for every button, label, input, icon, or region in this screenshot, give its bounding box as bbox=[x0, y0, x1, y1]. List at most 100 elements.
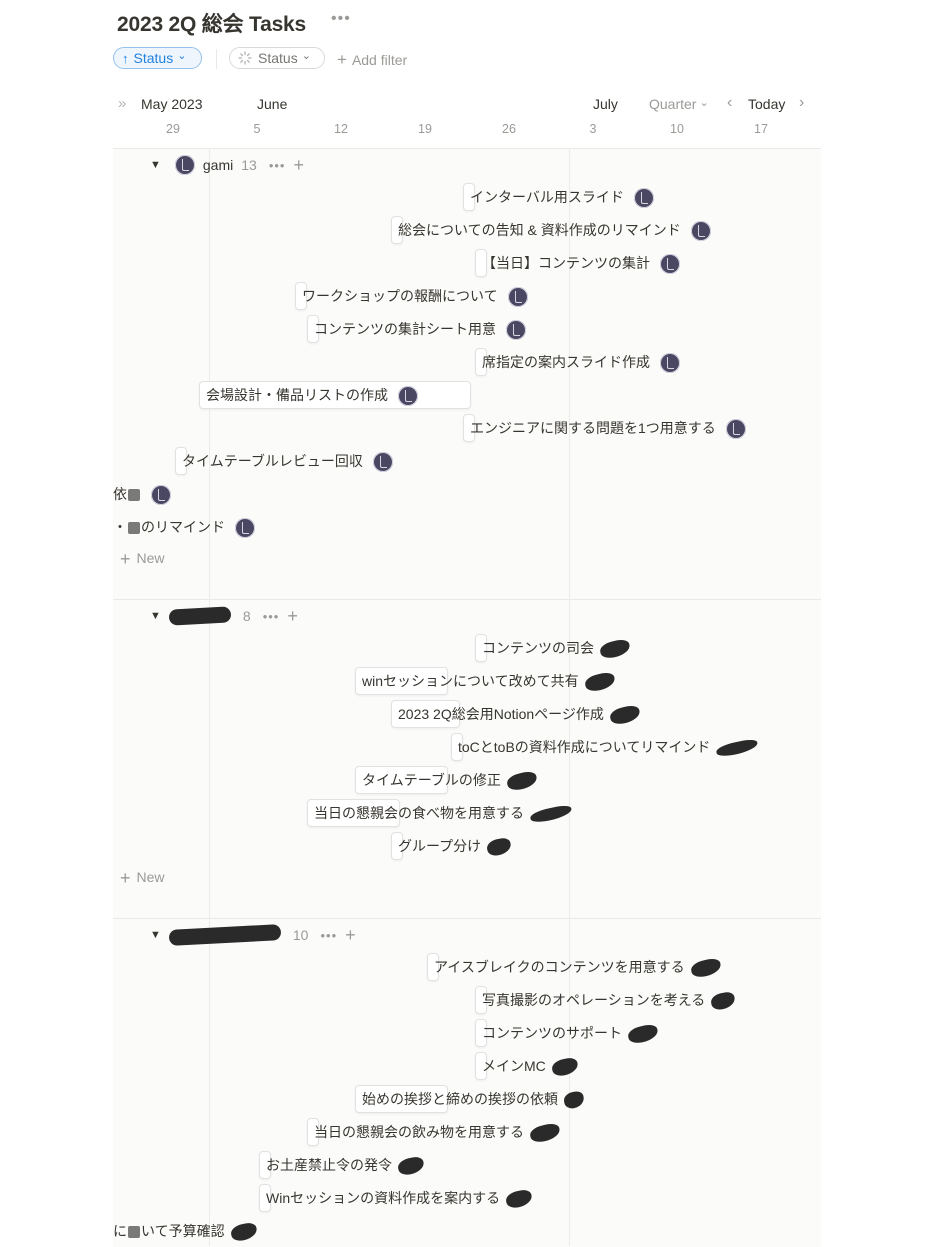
filter-status-chip[interactable]: Status ⌄ bbox=[229, 47, 325, 69]
task-item[interactable]: 依 bbox=[113, 484, 171, 506]
task-item[interactable]: 総会についての告知 & 資料作成のリマインド bbox=[398, 220, 711, 242]
month-label-may: May 2023 bbox=[141, 96, 203, 112]
chevron-down-icon: ⌄ bbox=[301, 49, 311, 62]
group-count: 8 bbox=[242, 608, 251, 624]
plus-icon: + bbox=[120, 549, 131, 569]
day-label: 3 bbox=[589, 122, 597, 136]
group-more-icon[interactable]: ••• bbox=[269, 158, 286, 173]
collapse-triangle-icon[interactable]: ▼ bbox=[150, 159, 161, 171]
task-title: ワークショップの報酬について bbox=[302, 288, 498, 304]
task-title: 2023 2Q総会用Notionページ作成 bbox=[398, 706, 604, 722]
task-item[interactable]: タイムテーブルの修正 bbox=[362, 770, 539, 793]
group-add-icon[interactable]: + bbox=[293, 156, 304, 174]
task-item[interactable]: 始めの挨拶と締めの挨拶の依頼 bbox=[362, 1089, 586, 1111]
group-add-icon[interactable]: + bbox=[345, 926, 356, 944]
task-item[interactable]: ・のリマインド bbox=[113, 517, 255, 539]
add-filter-label: Add filter bbox=[351, 52, 408, 68]
task-item[interactable]: 当日の懇親会の食べ物を用意する bbox=[314, 803, 573, 825]
redacted-avatar bbox=[505, 770, 539, 793]
sort-chip-label: Status bbox=[133, 50, 174, 66]
timeline-zoom-select[interactable]: Quarter ⌄ bbox=[649, 96, 709, 112]
group-header: ▼ 10 ••• + bbox=[150, 924, 356, 946]
avatar bbox=[507, 287, 528, 308]
task-title-suffix: のリマインド bbox=[141, 519, 225, 535]
task-item[interactable]: エンジニアに関する問題を1つ用意する bbox=[470, 418, 746, 440]
ellipsis-icon[interactable]: ••• bbox=[331, 10, 351, 28]
redacted-avatar bbox=[229, 1221, 258, 1243]
task-title: 始めの挨拶と締めの挨拶の依頼 bbox=[362, 1091, 558, 1107]
task-title: 【当日】コンテンツの集計 bbox=[482, 255, 650, 271]
task-item[interactable]: メインMC bbox=[482, 1056, 580, 1078]
redacted-avatar bbox=[504, 1188, 534, 1210]
task-item[interactable]: コンテンツの集計シート用意 bbox=[314, 319, 526, 341]
task-item[interactable]: toCとtoBの資料作成についてリマインド bbox=[458, 737, 760, 759]
task-item[interactable]: 写真撮影のオペレーションを考える bbox=[482, 990, 737, 1012]
task-title: toCとtoBの資料作成についてリマインド bbox=[458, 739, 711, 755]
task-item[interactable]: グループ分け bbox=[398, 836, 513, 858]
task-item[interactable]: 会場設計・備品リストの作成 bbox=[206, 385, 418, 407]
day-label: 29 bbox=[166, 122, 180, 136]
task-item[interactable]: コンテンツの司会 bbox=[482, 638, 632, 661]
collapse-triangle-icon[interactable]: ▼ bbox=[150, 929, 161, 941]
task-item[interactable]: コンテンツのサポート bbox=[482, 1023, 660, 1046]
today-button[interactable]: Today bbox=[748, 96, 785, 112]
group-header: ▼ 8 ••• + bbox=[150, 606, 298, 626]
redacted-group-name bbox=[168, 924, 282, 946]
day-label: 19 bbox=[418, 122, 432, 136]
add-filter-button[interactable]: + Add filter bbox=[337, 50, 407, 70]
redacted-avatar bbox=[598, 638, 632, 661]
avatar bbox=[151, 485, 171, 506]
task-item[interactable]: ワークショップの報酬について bbox=[302, 286, 528, 308]
task-title: コンテンツの司会 bbox=[482, 640, 594, 656]
toolbar-divider bbox=[216, 49, 217, 69]
task-item[interactable]: お土産禁止令の発令 bbox=[266, 1155, 426, 1177]
avatar bbox=[372, 452, 393, 473]
new-task-button[interactable]: + New bbox=[120, 868, 165, 889]
task-item[interactable]: Winセッションの資料作成を案内する bbox=[266, 1188, 534, 1210]
task-title: 会場設計・備品リストの作成 bbox=[206, 387, 388, 403]
collapse-sidebar-icon[interactable]: » bbox=[118, 95, 126, 112]
new-task-button[interactable]: + New bbox=[120, 549, 165, 570]
task-title-prefix: に bbox=[113, 1223, 127, 1239]
task-title-suffix: いて予算確認 bbox=[141, 1223, 225, 1239]
page-title: 2023 2Q 総会 Tasks bbox=[117, 13, 307, 36]
task-title: タイムテーブルの修正 bbox=[362, 772, 501, 788]
task-title: メインMC bbox=[482, 1058, 546, 1074]
task-item[interactable]: 当日の懇親会の飲み物を用意する bbox=[314, 1122, 562, 1145]
next-period-button[interactable]: › bbox=[799, 94, 804, 112]
task-title: Winセッションの資料作成を案内する bbox=[266, 1190, 501, 1206]
group-header: ▼ gami 13 ••• + bbox=[150, 155, 304, 175]
task-item[interactable]: にいて予算確認 bbox=[113, 1221, 258, 1243]
task-item[interactable]: 【当日】コンテンツの集計 bbox=[482, 253, 680, 275]
new-label: New bbox=[136, 550, 165, 566]
redacted-avatar bbox=[689, 957, 722, 980]
avatar bbox=[235, 518, 255, 539]
hidden-character-icon bbox=[128, 522, 140, 535]
task-item[interactable]: インターバル用スライド bbox=[470, 187, 654, 209]
task-title: 席指定の案内スライド作成 bbox=[482, 354, 650, 370]
task-title: 写真撮影のオペレーションを考える bbox=[482, 992, 706, 1008]
group-count: 10 bbox=[292, 927, 309, 943]
task-item[interactable]: 2023 2Q総会用Notionページ作成 bbox=[398, 704, 642, 727]
task-item[interactable]: 席指定の案内スライド作成 bbox=[482, 352, 680, 374]
task-item[interactable]: タイムテーブルレビュー回収 bbox=[182, 451, 393, 473]
collapse-triangle-icon[interactable]: ▼ bbox=[150, 610, 161, 622]
plus-icon: + bbox=[337, 50, 347, 69]
group-more-icon[interactable]: ••• bbox=[263, 609, 280, 624]
group-add-icon[interactable]: + bbox=[287, 607, 298, 625]
redacted-group-name bbox=[168, 606, 232, 626]
task-item[interactable]: アイスブレイクのコンテンツを用意する bbox=[434, 957, 722, 980]
task-title: 依 bbox=[113, 486, 127, 502]
day-label: 12 bbox=[334, 122, 348, 136]
sort-status-chip[interactable]: ↑ Status ⌄ bbox=[113, 47, 202, 69]
day-label: 10 bbox=[670, 122, 684, 136]
task-title-prefix: ・ bbox=[113, 519, 127, 535]
loading-status-icon bbox=[238, 51, 252, 65]
day-label: 26 bbox=[502, 122, 516, 136]
month-label-july: July bbox=[593, 96, 618, 112]
avatar bbox=[725, 419, 746, 440]
task-item[interactable]: winセッションについて改めて共有 bbox=[362, 671, 616, 694]
previous-period-button[interactable]: ‹ bbox=[727, 94, 732, 112]
group-more-icon[interactable]: ••• bbox=[320, 928, 337, 943]
plus-icon: + bbox=[120, 868, 131, 888]
